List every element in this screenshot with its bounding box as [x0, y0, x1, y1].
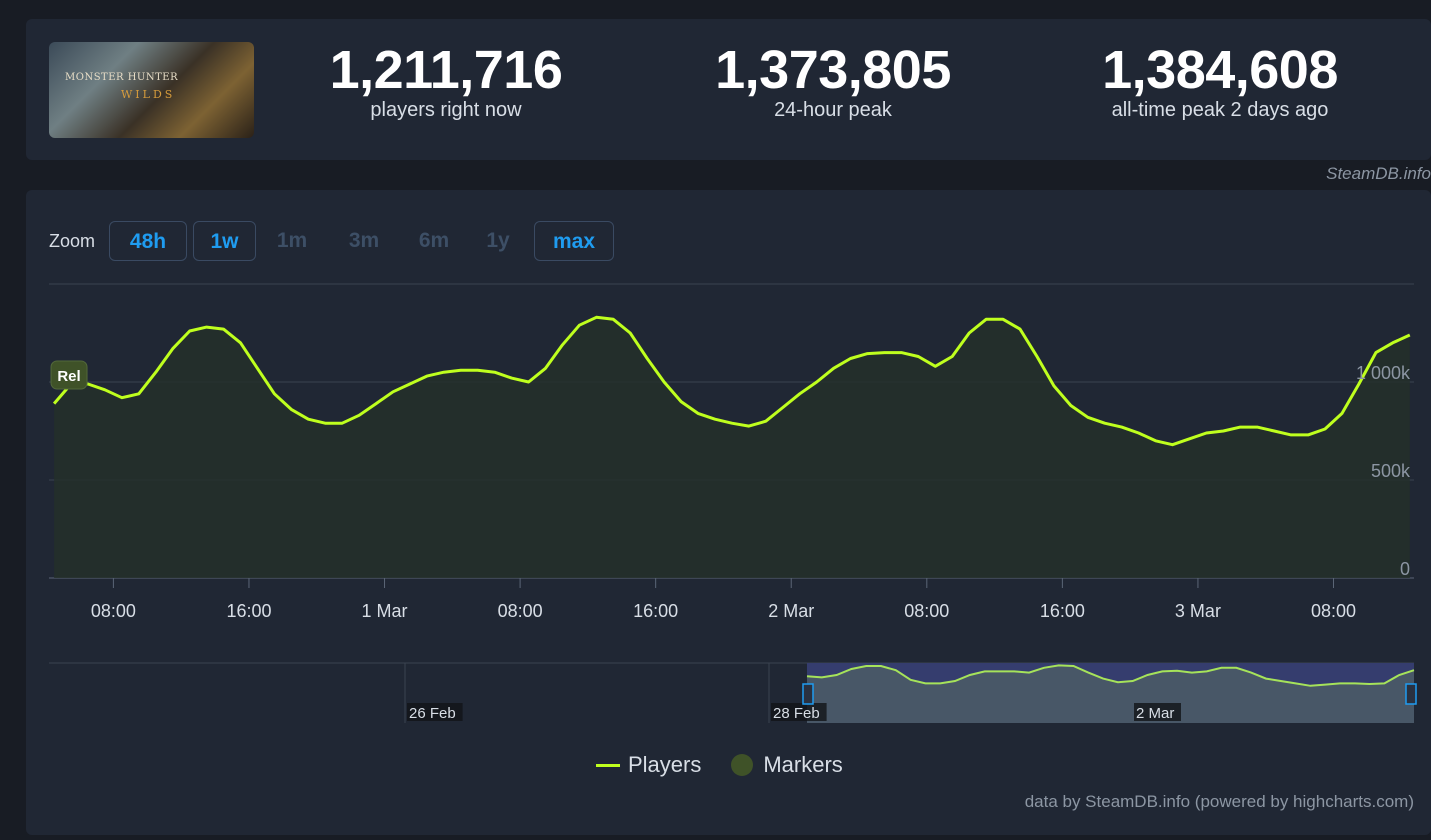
release-marker-label: Rel	[57, 368, 80, 385]
stat-24h-peak: 1,373,805 24-hour peak	[663, 39, 1003, 123]
legend-item-players[interactable]: Players	[628, 752, 701, 778]
chart-card: Zoom 48h 1w 1m 3m 6m 1y max 08:00 16:00 1 …	[26, 190, 1431, 835]
players-legend-swatch	[596, 763, 620, 767]
current-players-label: players right now	[370, 99, 522, 121]
legend-item-markers[interactable]: Markers	[763, 752, 842, 778]
x-tick-label: 1 Mar	[362, 601, 408, 621]
game-logo-title: MONSTER HUNTER	[65, 72, 179, 83]
markers-legend-swatch	[731, 754, 754, 776]
x-tick-label: 16:00	[1040, 601, 1085, 621]
peak-24h-label: 24-hour peak	[774, 99, 892, 121]
current-players-value: 1,211,716	[329, 40, 563, 100]
stat-current-players: 1,211,716 players right now	[276, 39, 616, 123]
x-tick-label: 08:00	[91, 601, 136, 621]
game-thumbnail[interactable]: MONSTER HUNTER WILDS	[49, 42, 254, 138]
navigator-date-label: 2 Mar	[1136, 705, 1174, 722]
peak-24h-value: 1,373,805	[715, 40, 951, 100]
navigator-date-label: 28 Feb	[773, 705, 820, 722]
players-area	[54, 317, 1410, 578]
highcharts-credit[interactable]: data by SteamDB.info (powered by highcha…	[1025, 792, 1414, 812]
x-tick-label: 2 Mar	[768, 601, 814, 621]
x-tick-label: 08:00	[498, 601, 543, 621]
x-tick-label: 08:00	[904, 601, 949, 621]
navigator-handle[interactable]	[802, 683, 814, 705]
navigator-handle[interactable]	[1405, 683, 1417, 705]
stat-all-time-peak: 1,384,608 all-time peak 2 days ago	[1050, 39, 1390, 123]
x-tick-label: 16:00	[226, 601, 271, 621]
steamdb-credit[interactable]: SteamDB.info	[1326, 164, 1431, 184]
y-tick-label: 1 000k	[1356, 363, 1411, 383]
x-tick-label: 16:00	[633, 601, 678, 621]
navigator-date-label: 26 Feb	[409, 705, 456, 722]
game-logo-subtitle: WILDS	[121, 88, 176, 101]
chart-legend: Players Markers	[596, 752, 843, 778]
y-tick-label: 0	[1400, 559, 1410, 579]
x-tick-label: 08:00	[1311, 601, 1356, 621]
all-time-peak-label: all-time peak 2 days ago	[1111, 99, 1329, 121]
x-tick-label: 3 Mar	[1175, 601, 1221, 621]
player-count-chart[interactable]: 08:00 16:00 1 Mar 08:00 16:00 2 Mar 08:00 16:00…	[26, 190, 1431, 835]
stats-card: MONSTER HUNTER WILDS 1,211,716 players r…	[26, 19, 1431, 160]
all-time-peak-value: 1,384,608	[1102, 40, 1338, 100]
y-tick-label: 500k	[1371, 461, 1411, 481]
